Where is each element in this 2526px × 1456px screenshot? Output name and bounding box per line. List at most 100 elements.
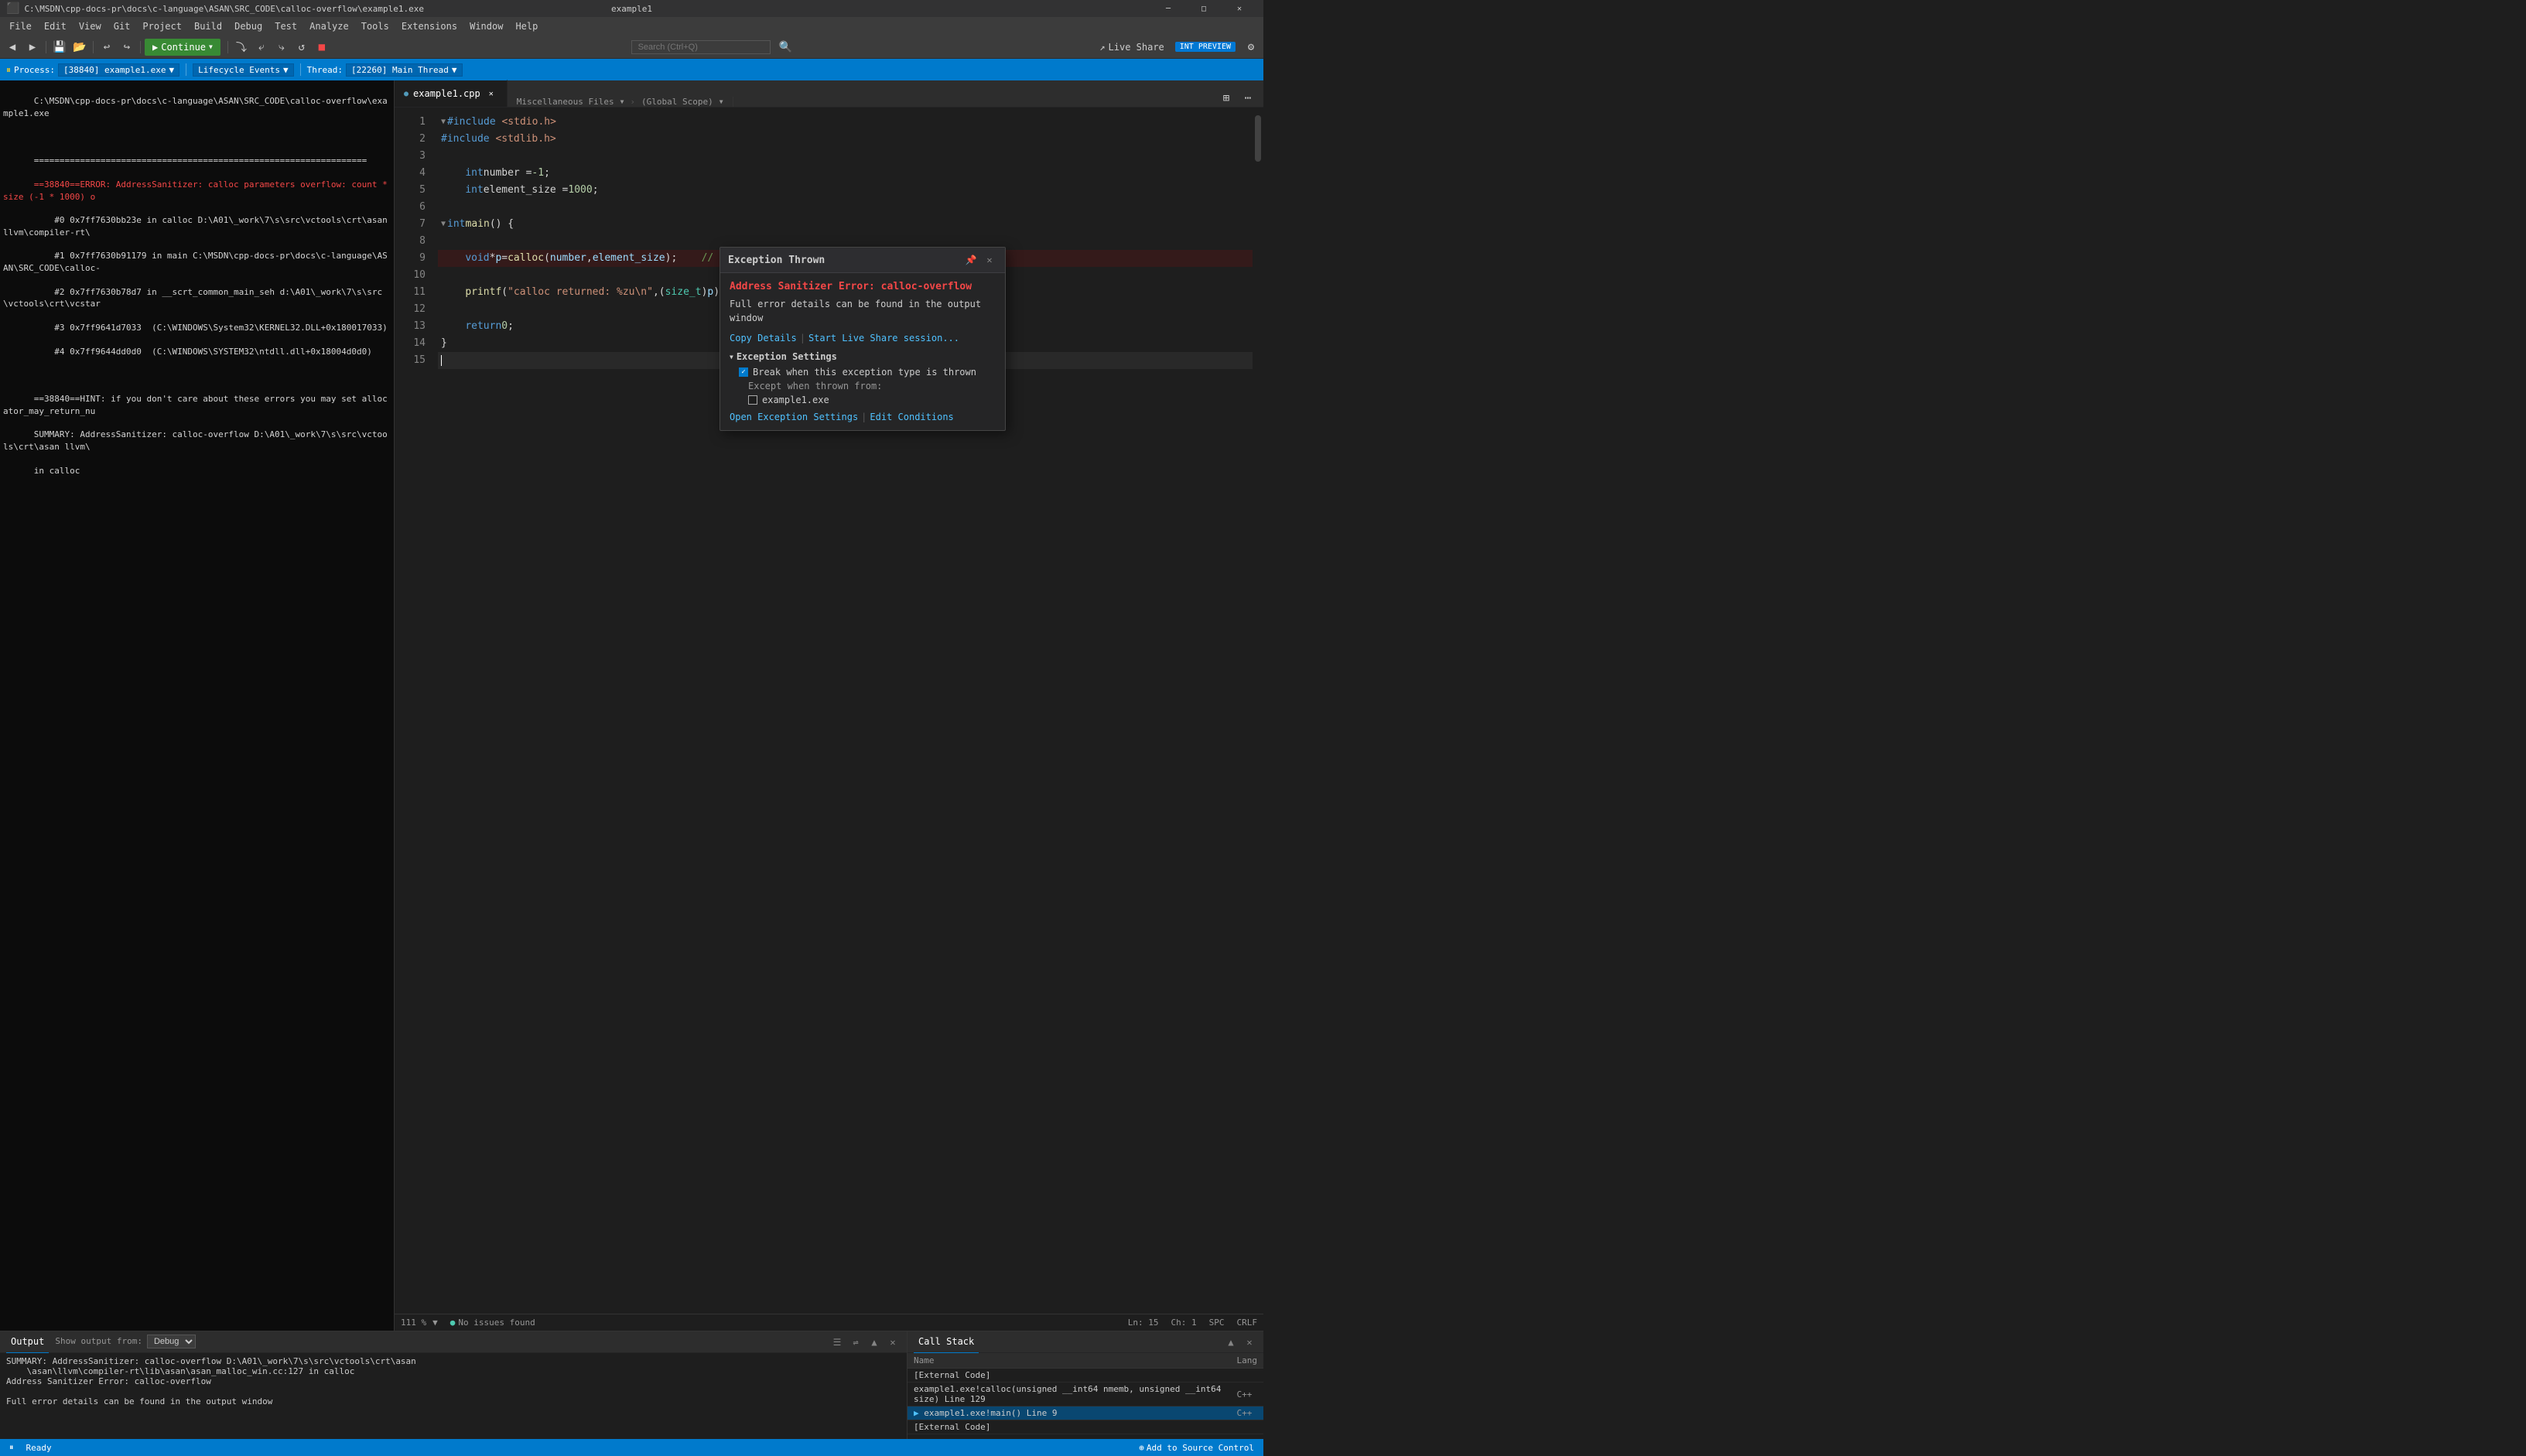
- minimize-button[interactable]: ─: [1150, 0, 1186, 17]
- no-issues-indicator: ● No issues found: [450, 1318, 535, 1328]
- callstack-table: Name Lang [External Code] example1.exe!c…: [908, 1353, 1263, 1434]
- fold-icon-7[interactable]: ▼: [441, 216, 446, 233]
- zoom-dropdown-icon[interactable]: ▼: [432, 1318, 438, 1328]
- split-editor-icon[interactable]: ⊞: [1217, 90, 1236, 107]
- lifecycle-label: Lifecycle Events: [198, 65, 280, 75]
- exception-close-icon[interactable]: ✕: [982, 252, 997, 268]
- example-exe-checkbox[interactable]: [748, 395, 757, 405]
- callstack-close-icon[interactable]: ✕: [1242, 1335, 1257, 1350]
- menu-debug[interactable]: Debug: [228, 17, 268, 36]
- thread-dropdown[interactable]: [22260] Main Thread ▼: [346, 63, 462, 77]
- maximize-button[interactable]: □: [1186, 0, 1222, 17]
- output-tab[interactable]: Output: [6, 1331, 49, 1353]
- menu-window[interactable]: Window: [463, 17, 509, 36]
- check-icon: ●: [450, 1318, 456, 1328]
- debug-step-into-btn[interactable]: ⤶: [252, 39, 271, 56]
- toolbar-save-btn[interactable]: 💾: [50, 39, 69, 56]
- output-line-1: SUMMARY: AddressSanitizer: calloc-overfl…: [6, 1356, 901, 1366]
- open-exception-settings-link[interactable]: Open Exception Settings: [730, 412, 858, 422]
- exception-link-sep: |: [800, 333, 805, 343]
- lifecycle-events-dropdown[interactable]: Lifecycle Events ▼: [193, 63, 294, 77]
- editor-options-icon[interactable]: ⋯: [1239, 90, 1257, 107]
- toolbar-sep-4: [227, 41, 228, 53]
- debug-step-out-btn[interactable]: ⤷: [272, 39, 291, 56]
- menu-view[interactable]: View: [73, 17, 108, 36]
- toolbar-back-btn[interactable]: ◀: [3, 39, 22, 56]
- output-wrap-icon[interactable]: ⇌: [848, 1335, 863, 1350]
- kw-int-5: int: [465, 182, 483, 199]
- add-to-source-control-btn[interactable]: ⊕ Add to Source Control: [1136, 1439, 1257, 1456]
- live-share-session-link[interactable]: Start Live Share session...: [808, 333, 959, 343]
- settings-gear-icon[interactable]: ⚙: [1242, 39, 1260, 56]
- editor-scrollbar-thumb[interactable]: [1255, 115, 1261, 162]
- edit-conditions-link[interactable]: Edit Conditions: [870, 412, 953, 422]
- punct-cast-close-11: ): [702, 284, 708, 301]
- callstack-maximize-icon[interactable]: ▲: [1223, 1335, 1239, 1350]
- output-source-dropdown[interactable]: Debug Build: [147, 1335, 196, 1348]
- callstack-tab[interactable]: Call Stack: [914, 1331, 979, 1353]
- title-bar-title: example1: [611, 4, 652, 14]
- toolbar-fwd-btn[interactable]: ▶: [23, 39, 42, 56]
- punct-comma-9: ,: [586, 250, 593, 267]
- tab-example1-cpp[interactable]: ● example1.cpp ✕: [395, 80, 508, 107]
- process-dropdown[interactable]: [38840] example1.exe ▼: [58, 63, 179, 77]
- copy-details-link[interactable]: Copy Details: [730, 333, 797, 343]
- pin-icon[interactable]: 📌: [963, 252, 979, 268]
- live-share-button[interactable]: ↗ Live Share: [1095, 40, 1168, 54]
- exception-links: Copy Details | Start Live Share session.…: [730, 333, 996, 343]
- output-list-view-icon[interactable]: ☰: [829, 1335, 845, 1350]
- output-panel: Output Show output from: Debug Build ☰ ⇌…: [0, 1331, 908, 1439]
- exception-settings-header[interactable]: ▼ Exception Settings: [730, 351, 996, 362]
- exception-settings-label: Exception Settings: [737, 351, 837, 362]
- terminal-panel[interactable]: C:\MSDN\cpp-docs-pr\docs\c-language\ASAN…: [0, 80, 395, 1331]
- menu-test[interactable]: Test: [268, 17, 303, 36]
- thread-dropdown-icon: ▼: [452, 65, 457, 75]
- menu-build[interactable]: Build: [188, 17, 228, 36]
- continue-button[interactable]: ▶ Continue ▼: [145, 39, 220, 56]
- thread-label: Thread:: [307, 65, 343, 75]
- menu-tools[interactable]: Tools: [355, 17, 395, 36]
- close-button[interactable]: ✕: [1222, 0, 1257, 17]
- debug-status-item[interactable]: ⏸: [6, 1439, 17, 1456]
- menu-extensions[interactable]: Extensions: [395, 17, 463, 36]
- punct-paren-11a: (: [501, 284, 508, 301]
- search-input[interactable]: [631, 40, 771, 54]
- table-row[interactable]: [External Code]: [908, 1420, 1263, 1434]
- toolbar-undo-btn[interactable]: ↩: [97, 39, 116, 56]
- output-maximize-icon[interactable]: ▲: [866, 1335, 882, 1350]
- break-when-thrown-checkbox[interactable]: ✓: [739, 367, 748, 377]
- editor-status-line: 111 % ▼ ● No issues found Ln: 15 Ch: 1 S…: [395, 1314, 1263, 1331]
- debug-stop-btn[interactable]: ■: [313, 39, 331, 56]
- toolbar-redo-btn[interactable]: ↪: [118, 39, 136, 56]
- global-scope-dropdown-icon[interactable]: ▼: [720, 98, 723, 105]
- var-p: p: [495, 250, 501, 267]
- search-icon[interactable]: 🔍: [777, 39, 795, 56]
- lifecycle-dropdown-icon: ▼: [283, 65, 289, 75]
- output-close-icon[interactable]: ✕: [885, 1335, 901, 1350]
- code-line-6: [438, 199, 1263, 216]
- tab-bar-right: ⊞ ⋯: [1211, 90, 1263, 107]
- cpp-file-icon: ●: [404, 90, 408, 98]
- callstack-col-lang: Lang: [1231, 1353, 1264, 1369]
- menu-edit[interactable]: Edit: [38, 17, 73, 36]
- menu-help[interactable]: Help: [509, 17, 544, 36]
- table-row[interactable]: example1.exe!calloc(unsigned __int64 nme…: [908, 1383, 1263, 1406]
- menu-git[interactable]: Git: [108, 17, 137, 36]
- exception-popup: Exception Thrown 📌 ✕ Address Sanitizer E…: [720, 247, 1006, 431]
- fold-icon-1[interactable]: ▼: [441, 114, 446, 131]
- editor-scrollbar[interactable]: [1253, 108, 1263, 1314]
- menu-file[interactable]: File: [3, 17, 38, 36]
- miscellaneous-dropdown-icon[interactable]: ▼: [620, 98, 624, 105]
- table-row[interactable]: ▶ example1.exe!main() Line 9 C++: [908, 1406, 1263, 1420]
- keyword-include-2: #include: [441, 131, 490, 148]
- menu-project[interactable]: Project: [136, 17, 188, 36]
- table-row[interactable]: [External Code]: [908, 1369, 1263, 1383]
- debug-restart-btn[interactable]: ↺: [292, 39, 311, 56]
- editor-area[interactable]: 1 2 3 4 5 6 7 8 9 10 11 12 13 14 15 ▼: [395, 108, 1263, 1314]
- menu-analyze[interactable]: Analyze: [303, 17, 355, 36]
- ln-label: Ln: 15: [1128, 1318, 1159, 1328]
- debug-step-over-btn[interactable]: ⤵: [232, 39, 251, 56]
- toolbar-open-btn[interactable]: 📂: [70, 39, 89, 56]
- tab-close-btn[interactable]: ✕: [485, 87, 497, 100]
- callstack-panel-header: Call Stack ▲ ✕: [908, 1331, 1263, 1353]
